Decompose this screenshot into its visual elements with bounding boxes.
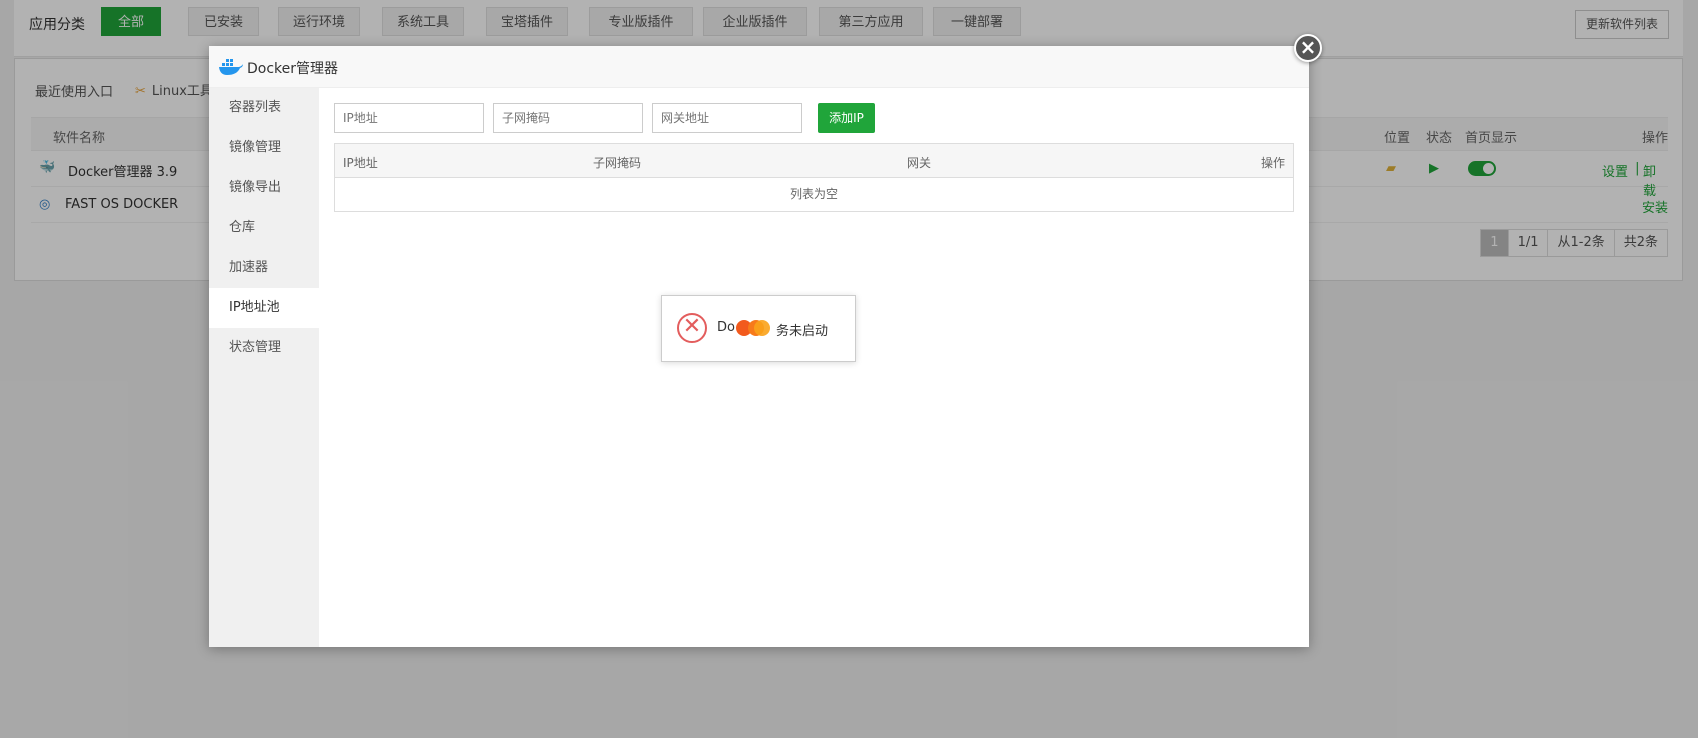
ip-address-input[interactable] [334, 103, 484, 133]
sidebar-item-repository[interactable]: 仓库 [209, 208, 319, 248]
close-icon[interactable]: × [1294, 34, 1322, 62]
toast-text-suffix: 务未启动 [776, 324, 829, 339]
sidebar-item-container-list[interactable]: 容器列表 [209, 88, 319, 128]
sidebar-item-status-management[interactable]: 状态管理 [209, 328, 319, 368]
toast-text-prefix: Do [717, 320, 735, 335]
sidebar-item-image-export[interactable]: 镜像导出 [209, 168, 319, 208]
modal-sidebar: 容器列表 镜像管理 镜像导出 仓库 加速器 IP地址池 状态管理 [209, 88, 319, 647]
ip-pool-table-header: IP地址 子网掩码 网关 操作 [335, 144, 1293, 178]
add-ip-button[interactable]: 添加IP [818, 103, 875, 133]
subnet-mask-input[interactable] [493, 103, 643, 133]
th-mask: 子网掩码 [593, 156, 642, 170]
sidebar-item-image-management[interactable]: 镜像管理 [209, 128, 319, 168]
loading-spinner-icon [736, 320, 772, 336]
modal-title: Docker管理器 [247, 61, 339, 77]
gateway-input[interactable] [652, 103, 802, 133]
error-toast: ✕ Do 务未启动 [661, 295, 856, 362]
docker-logo-icon [219, 59, 243, 75]
error-circle-icon: ✕ [677, 313, 707, 343]
modal-content: 添加IP IP地址 子网掩码 网关 操作 列表为空 [319, 88, 1309, 647]
sidebar-item-ip-pool[interactable]: IP地址池 [209, 288, 319, 328]
sidebar-item-accelerator[interactable]: 加速器 [209, 248, 319, 288]
modal-header: Docker管理器 [209, 46, 1309, 88]
ip-pool-table: IP地址 子网掩码 网关 操作 列表为空 [334, 143, 1294, 212]
empty-list-message: 列表为空 [789, 187, 838, 201]
th-ip: IP地址 [343, 156, 378, 170]
th-ops: 操作 [1260, 156, 1285, 170]
th-gateway: 网关 [907, 156, 932, 170]
